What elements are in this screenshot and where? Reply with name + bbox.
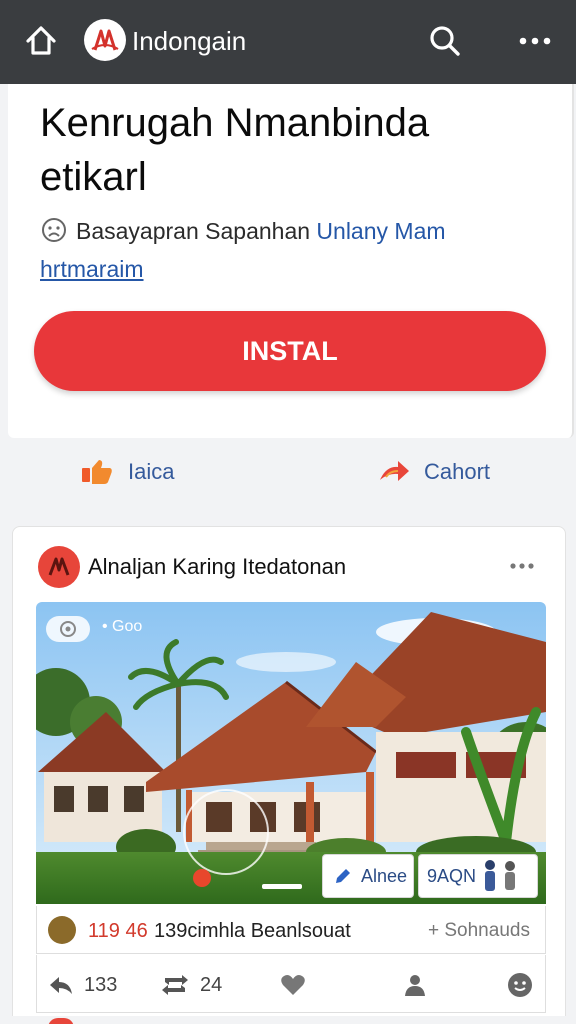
photo-badge: [46, 616, 90, 642]
like-button[interactable]: [280, 970, 316, 1000]
more-options-icon[interactable]: [514, 22, 556, 60]
photo-chip-1-label: Alnee: [361, 865, 408, 886]
reaction-count[interactable]: 119 46: [88, 920, 148, 943]
comment-count: 133: [84, 973, 118, 996]
ad-sub-text: Basayapran Sapanhan: [76, 218, 311, 244]
action-left-label: Iaica: [128, 459, 175, 484]
home-icon[interactable]: [22, 22, 60, 60]
repost-button[interactable]: 24: [160, 970, 222, 1000]
post-title: Alnaljan Karing Itedatonan: [88, 554, 347, 579]
action-right[interactable]: Cahort: [378, 452, 490, 492]
search-icon[interactable]: [426, 22, 464, 60]
sad-face-icon: [40, 216, 70, 242]
profile-button[interactable]: [402, 970, 438, 1000]
reply-arrow-icon: [50, 977, 72, 994]
reaction-text: 139cimhla Beanlsouat: [154, 920, 351, 942]
post-more-icon[interactable]: [506, 556, 540, 576]
ad-sub-link[interactable]: Unlany Mam: [316, 218, 445, 244]
emoji-button[interactable]: [506, 970, 544, 1000]
photo-progress-line: [262, 884, 302, 889]
action-right-label: Cahort: [424, 459, 491, 484]
person-figure-icon: [485, 860, 516, 891]
ad-sub-link-2[interactable]: hrtmaraim: [40, 256, 144, 282]
install-button[interactable]: INSTAL: [34, 311, 546, 391]
photo-chip-1[interactable]: Alnee: [322, 854, 414, 898]
edit-pencil-icon: [336, 869, 350, 883]
heart-icon: [281, 975, 305, 995]
next-post-hint: [0, 1016, 576, 1024]
repost-count: 24: [200, 973, 223, 996]
reactor-avatar: [48, 916, 76, 944]
brand-name: Indongain: [132, 26, 247, 56]
comment-button[interactable]: 133: [48, 970, 117, 1000]
share-count[interactable]: + Sohnauds: [428, 920, 530, 942]
photo-chip-2[interactable]: 9AQN: [418, 854, 538, 898]
action-left[interactable]: Iaica: [80, 452, 174, 492]
share-arrow-icon: [380, 461, 409, 481]
thumbs-up-icon: [82, 460, 112, 484]
person-icon: [405, 975, 425, 996]
photo-chip-2-label: 9AQN: [427, 865, 477, 886]
post-author-avatar[interactable]: [38, 546, 80, 588]
app-logo: [84, 19, 126, 61]
repost-icon: [162, 975, 188, 995]
ad-subline: Basayapran Sapanhan Unlany Mam hrtmaraim: [40, 212, 540, 288]
ad-headline: Kenrugah Nmanbinda etikarl: [40, 101, 430, 199]
photo-label: • Goo: [102, 618, 143, 635]
smiley-icon: [508, 973, 532, 997]
